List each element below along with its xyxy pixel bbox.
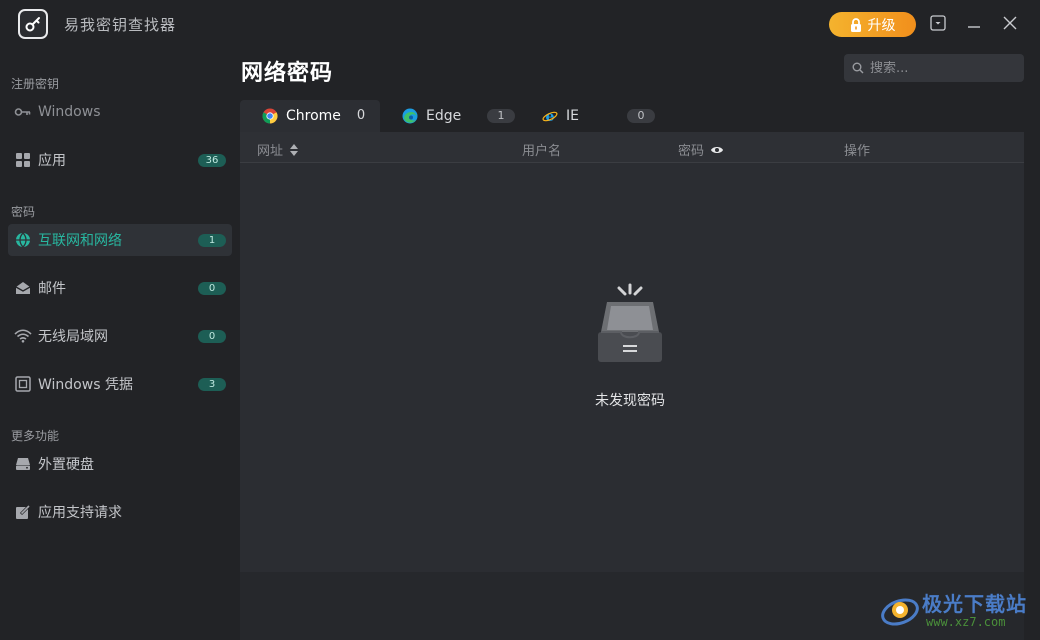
menu-dropdown-button[interactable]: [928, 13, 948, 33]
password-table: 网址 用户名 密码 操作 未发现密码: [240, 132, 1024, 572]
upgrade-button[interactable]: 升级: [829, 12, 916, 37]
apps-grid-icon: [14, 151, 32, 169]
tab-label: Chrome: [286, 108, 341, 124]
count-badge: 3: [198, 378, 226, 391]
tab-count: 1: [487, 109, 515, 123]
close-button[interactable]: [1000, 13, 1020, 33]
column-actions: 操作: [844, 140, 870, 159]
show-password-eye-icon[interactable]: [710, 145, 724, 155]
globe-icon: [14, 231, 32, 249]
title-bar: 易我密钥查找器 升级: [0, 0, 1040, 48]
watermark-logo-icon: [881, 598, 919, 626]
ie-icon: e: [542, 109, 558, 124]
svg-text:e: e: [546, 109, 555, 124]
credential-icon: [14, 375, 32, 393]
sidebar-item-mail[interactable]: 邮件 0: [8, 272, 232, 304]
table-header: 网址 用户名 密码 操作: [240, 132, 1024, 163]
app-logo-icon: [18, 9, 48, 39]
empty-inbox-icon: [598, 283, 662, 362]
count-badge: 0: [198, 282, 226, 295]
sidebar-item-label: 无线局域网: [38, 329, 108, 345]
sidebar-item-label: 应用支持请求: [38, 505, 122, 521]
section-label-more-features: 更多功能: [11, 429, 60, 443]
wifi-icon: [14, 327, 32, 345]
minimize-button[interactable]: [964, 13, 984, 33]
sidebar-item-wifi[interactable]: 无线局域网 0: [8, 320, 232, 352]
external-drive-icon: [14, 455, 32, 473]
page-title: 网络密码: [241, 60, 334, 86]
upgrade-label: 升级: [867, 17, 896, 34]
watermark-url: www.xz7.com: [926, 615, 1006, 629]
count-badge: 36: [198, 154, 226, 167]
lock-icon: [850, 17, 861, 32]
mail-icon: [14, 279, 32, 297]
count-badge: 0: [198, 330, 226, 343]
sidebar-item-apps[interactable]: 应用 36: [8, 144, 232, 176]
sort-icon: [290, 143, 299, 156]
column-label: 网址: [257, 144, 284, 159]
sidebar-item-windows-credentials[interactable]: Windows 凭据 3: [8, 368, 232, 400]
column-label: 操作: [844, 144, 871, 159]
sidebar-item-internet[interactable]: 互联网和网络 1: [8, 224, 232, 256]
app-window: 易我密钥查找器 升级 注册密钥 Windows 应用 36 密码 互联网和网络 …: [0, 0, 1040, 640]
column-url[interactable]: 网址: [257, 140, 299, 159]
tab-count: 0: [627, 109, 655, 123]
column-password: 密码: [678, 140, 724, 159]
search-input[interactable]: [870, 60, 1010, 76]
tab-ie[interactable]: e IE 0: [520, 100, 660, 132]
search-box[interactable]: [844, 54, 1024, 82]
sidebar-item-label: Windows 凭据: [38, 377, 133, 393]
sidebar-item-label: 邮件: [38, 281, 66, 297]
search-icon: [852, 62, 864, 74]
sidebar-item-app-support-request[interactable]: 应用支持请求: [8, 496, 232, 528]
watermark-title: 极光下载站: [922, 592, 1027, 616]
count-badge: 1: [198, 234, 226, 247]
site-watermark: 极光下载站 www.xz7.com: [878, 586, 1038, 636]
sidebar-item-windows[interactable]: Windows: [8, 96, 232, 128]
browser-tabs: Chrome 0 Edge 1 e IE 0: [240, 100, 660, 132]
column-label: 密码: [678, 144, 705, 159]
sidebar-item-external-drive[interactable]: 外置硬盘: [8, 448, 232, 480]
minimize-icon: [968, 26, 980, 28]
column-username: 用户名: [522, 140, 561, 159]
tab-edge[interactable]: Edge 1: [380, 100, 520, 132]
sidebar-item-label: 应用: [38, 153, 66, 169]
dropdown-icon: [930, 15, 946, 31]
section-label-license-keys: 注册密钥: [11, 77, 60, 91]
sidebar-item-label: 外置硬盘: [38, 457, 94, 473]
tab-label: Edge: [426, 108, 462, 124]
empty-state: 未发现密码: [580, 282, 680, 410]
chrome-icon: [262, 108, 278, 124]
tab-chrome[interactable]: Chrome 0: [240, 100, 380, 132]
edge-icon: [402, 108, 418, 124]
tab-count: 0: [356, 108, 366, 123]
sidebar-item-label: Windows: [38, 104, 101, 120]
edit-request-icon: [14, 503, 32, 521]
close-icon: [1003, 16, 1017, 30]
section-label-passwords: 密码: [11, 205, 36, 219]
empty-state-text: 未发现密码: [595, 393, 665, 409]
tab-label: IE: [566, 108, 579, 124]
column-label: 用户名: [522, 144, 562, 159]
sidebar-item-label: 互联网和网络: [38, 233, 122, 249]
sidebar: 注册密钥 Windows 应用 36 密码 互联网和网络 1 邮件 0 无线局域…: [0, 48, 240, 640]
app-title: 易我密钥查找器: [64, 16, 177, 34]
key-icon: [14, 103, 32, 121]
